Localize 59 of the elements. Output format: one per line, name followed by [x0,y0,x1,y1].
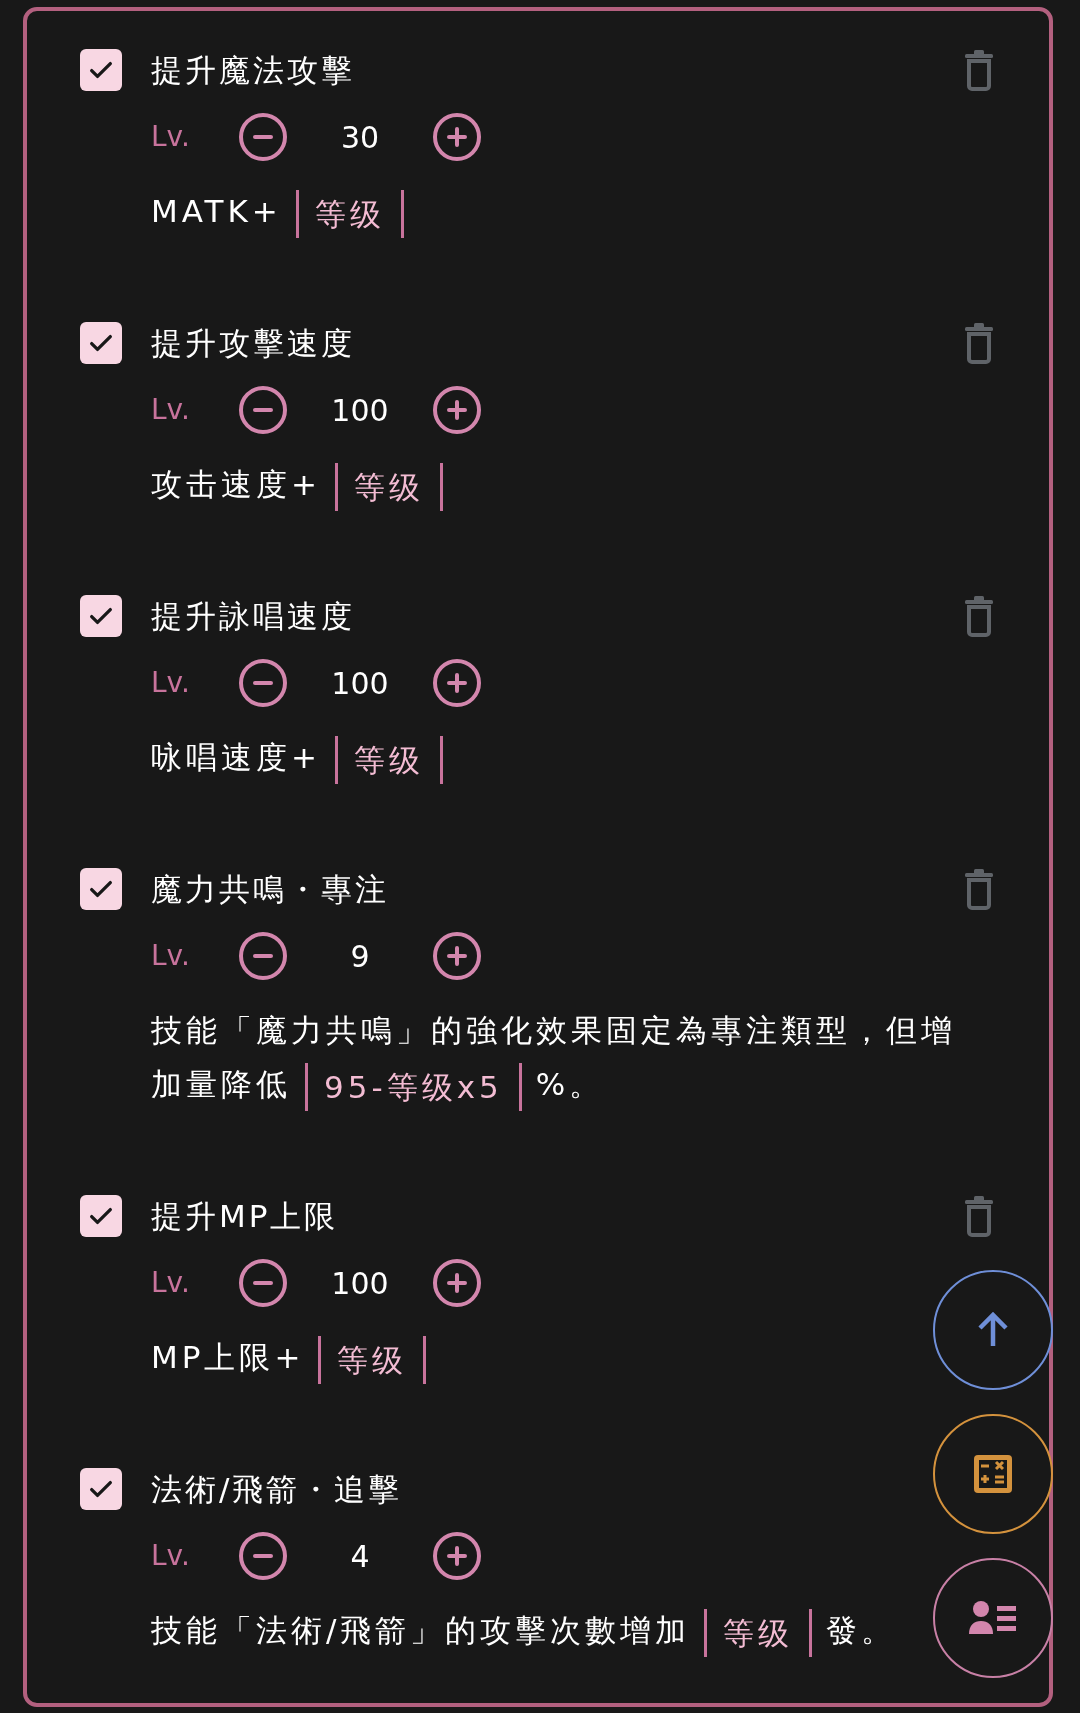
checkbox[interactable] [80,1195,122,1237]
plus-icon [447,400,467,420]
plus-icon [447,946,467,966]
level-label: Lv. [151,392,191,428]
minus-icon [253,954,273,958]
increase-button[interactable] [433,659,481,707]
checkbox[interactable] [80,49,122,91]
level-value: 30 [339,118,381,157]
effect-text: MATK+ 等级 [151,184,981,238]
skill-name: 提升詠唱速度 [151,596,355,636]
contact-list-icon [969,1601,1017,1635]
checkbox[interactable] [80,1468,122,1510]
checkbox[interactable] [80,595,122,637]
effect-text: 技能「魔力共鳴」的強化效果固定為專注類型，但增加量降低 95-等级x5 %。 [151,1003,981,1111]
level-label: Lv. [151,1538,191,1574]
level-value: 9 [349,937,371,976]
decrease-button[interactable] [239,113,287,161]
skill-name: 法術/飛箭・追擊 [151,1469,403,1509]
increase-button[interactable] [433,1259,481,1307]
effect-text: 攻击速度+ 等级 [151,457,981,511]
increase-button[interactable] [433,113,481,161]
increase-button[interactable] [433,932,481,980]
minus-icon [253,135,273,139]
level-label: Lv. [151,665,191,701]
level-value: 100 [330,391,390,430]
decrease-button[interactable] [239,386,287,434]
skill-name: 魔力共鳴・專注 [151,869,389,909]
level-label: Lv. [151,1265,191,1301]
increase-button[interactable] [433,1532,481,1580]
minus-icon [253,1554,273,1558]
trash-icon [963,595,995,637]
level-label: Lv. [151,119,191,155]
plus-icon [447,127,467,147]
plus-icon [447,1273,467,1293]
minus-icon [253,1281,273,1285]
decrease-button[interactable] [239,659,287,707]
level-value: 4 [349,1537,371,1576]
effect-text: 咏唱速度+ 等级 [151,730,981,784]
decrease-button[interactable] [239,1259,287,1307]
decrease-button[interactable] [239,1532,287,1580]
minus-icon [253,681,273,685]
level-label: Lv. [151,938,191,974]
increase-button[interactable] [433,386,481,434]
trash-icon [963,322,995,364]
trash-icon [963,49,995,91]
trash-icon [963,868,995,910]
checkbox[interactable] [80,868,122,910]
checkbox[interactable] [80,322,122,364]
level-value: 100 [330,1264,390,1303]
skill-name: 提升MP上限 [151,1196,339,1236]
plus-icon [447,1546,467,1566]
calculator-icon [972,1453,1014,1495]
level-value: 100 [330,664,390,703]
trash-icon [963,1195,995,1237]
skill-name: 提升魔法攻擊 [151,50,355,90]
decrease-button[interactable] [239,932,287,980]
plus-icon [447,673,467,693]
minus-icon [253,408,273,412]
skill-name: 提升攻擊速度 [151,323,355,363]
